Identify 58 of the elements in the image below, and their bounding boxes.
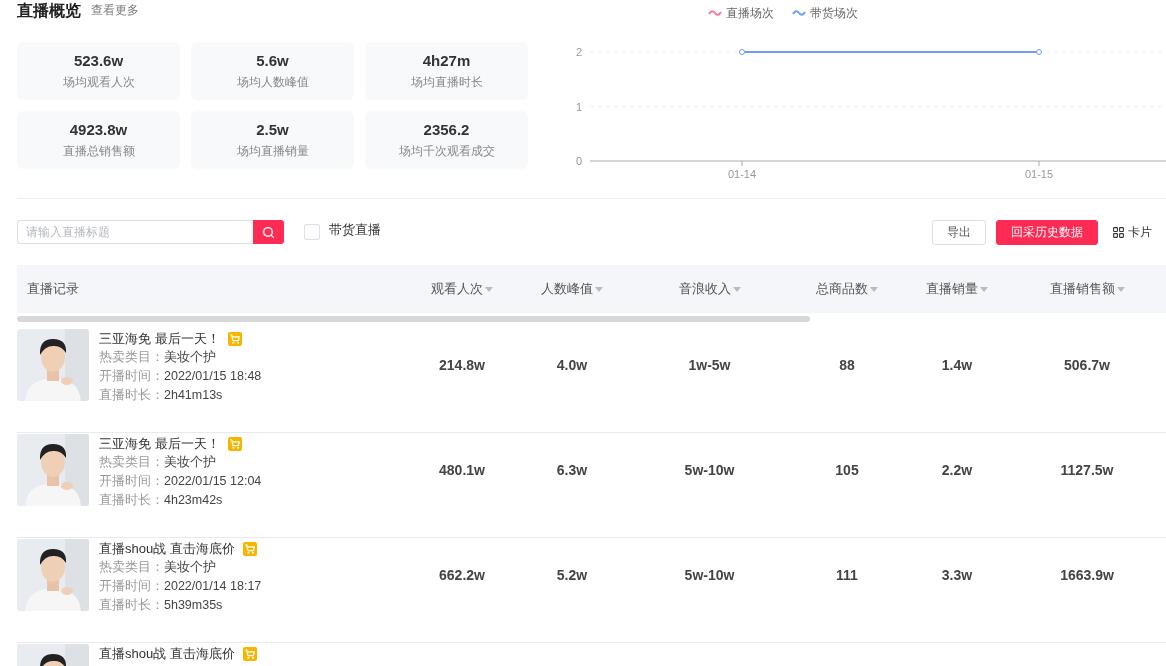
legend-label: 带货场次	[810, 4, 858, 22]
checkbox-label: 带货直播	[329, 221, 381, 239]
stat-value: 4h27m	[422, 51, 471, 69]
table-cell-text: 105	[834, 461, 860, 480]
meta-label: 直播时长：	[99, 387, 164, 404]
table-cell-text: 1w-5w	[687, 356, 732, 375]
y-tick-label: 0	[575, 155, 582, 167]
table-cell-text: 88	[838, 356, 856, 375]
y-tick-label: 2	[575, 46, 582, 58]
table-cell-text: 2.2w	[940, 461, 974, 480]
stat-label: 场均观看人次	[62, 73, 135, 91]
table-cell-text: 5w-10w	[683, 566, 736, 585]
meta-label: 热卖类目：	[99, 559, 164, 576]
table-cell-text: 480.1w	[438, 461, 486, 480]
meta-label: 开播时间：	[99, 368, 164, 385]
stat-value: 523.6w	[73, 51, 124, 69]
table-cell-text: 6.3w	[555, 461, 589, 480]
stat-value: 4923.8w	[69, 120, 128, 138]
meta-value: 5h39m35s	[164, 597, 223, 614]
table-cell-text: 5.2w	[555, 566, 589, 585]
legend-label: 直播场次	[726, 4, 774, 22]
section-title: 直播概览	[17, 1, 81, 21]
x-tick-label: 01-15	[1024, 168, 1054, 180]
meta-value: 美妆个护	[164, 454, 216, 471]
meta-value: 美妆个护	[164, 559, 216, 576]
table-cell-text: 1.4w	[940, 356, 974, 375]
meta-value: 2022/01/15 18:48	[164, 368, 262, 385]
table-cell-text: 3.3w	[940, 566, 974, 585]
meta-label: 开播时间：	[99, 578, 164, 595]
table-cell-text: 662.2w	[438, 566, 486, 585]
x-tick-label: 01-14	[727, 168, 757, 180]
y-tick-label: 1	[575, 100, 582, 113]
stat-value: 2.5w	[256, 120, 289, 138]
stat-label: 直播总销售额	[62, 142, 135, 160]
meta-label: 热卖类目：	[99, 349, 164, 366]
meta-label: 热卖类目：	[99, 454, 164, 471]
table-cell-text: 4.0w	[555, 356, 589, 375]
stat-label: 场均直播销量	[236, 142, 309, 160]
meta-label: 直播时长：	[99, 597, 164, 614]
table-cell-text: 5w-10w	[683, 461, 736, 480]
table-cell-text: 214.8w	[438, 356, 486, 375]
table-cell-text: 506.7w	[1063, 356, 1111, 375]
stat-value: 5.6w	[256, 51, 289, 69]
meta-label: 开播时间：	[99, 473, 164, 490]
meta-value: 美妆个护	[164, 349, 216, 366]
meta-value: 2h41m13s	[164, 387, 223, 404]
stat-label: 场均直播时长	[410, 73, 483, 91]
meta-value: 2022/01/14 18:17	[164, 578, 262, 595]
meta-value: 4h23m42s	[164, 492, 223, 509]
table-cell-text: 111	[835, 566, 859, 585]
table-cell-text: 1663.9w	[1059, 566, 1115, 585]
meta-value: 2022/01/15 12:04	[164, 473, 262, 490]
stat-label: 场均千次观看成交	[398, 142, 495, 160]
stat-label: 场均人数峰值	[236, 73, 309, 91]
stat-value: 2356.2	[423, 120, 470, 138]
meta-label: 直播时长：	[99, 492, 164, 509]
table-cell-text: 1127.5w	[1059, 461, 1115, 480]
column-header: 直播记录	[27, 280, 79, 298]
